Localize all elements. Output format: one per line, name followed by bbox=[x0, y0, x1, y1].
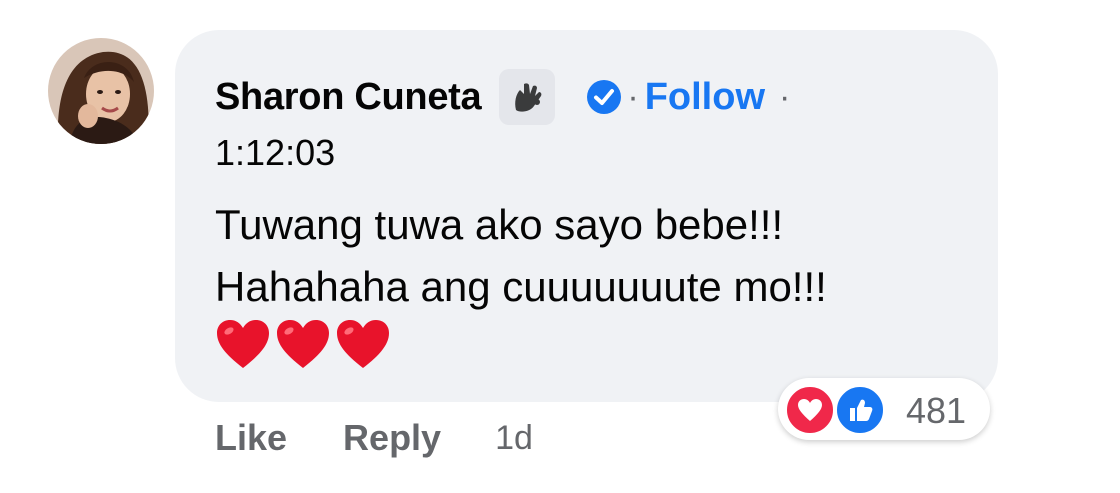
red-heart-icon bbox=[337, 320, 389, 368]
separator-dot: · bbox=[779, 77, 791, 116]
love-reaction-icon bbox=[784, 384, 836, 436]
comment-age-link[interactable]: 1d bbox=[495, 419, 533, 458]
comment-header: Sharon Cuneta · Follow · bbox=[215, 68, 790, 126]
emoji-row bbox=[215, 318, 391, 370]
separator-dot: · bbox=[627, 77, 639, 116]
comment-timestamp-link[interactable]: 1:12:03 bbox=[215, 132, 335, 174]
like-reaction-icon bbox=[834, 384, 886, 436]
comment-text-line: Tuwang tuwa ako sayo bebe!!! bbox=[215, 201, 784, 248]
comment-actions: Like Reply 1d bbox=[215, 410, 533, 466]
reaction-count: 481 bbox=[906, 390, 967, 431]
author-name[interactable]: Sharon Cuneta bbox=[215, 76, 482, 119]
comment-text: Tuwang tuwa ako sayo bebe!!! Hahahaha an… bbox=[215, 194, 827, 318]
red-heart-icon bbox=[217, 320, 269, 368]
avatar[interactable] bbox=[48, 38, 154, 144]
follow-link[interactable]: Follow bbox=[645, 76, 765, 119]
avatar-photo bbox=[48, 38, 154, 144]
fan-badge-icon[interactable] bbox=[499, 69, 556, 125]
reaction-summary[interactable]: 481 bbox=[778, 378, 990, 440]
comment-text-line: Hahahaha ang cuuuuuuute mo!!! bbox=[215, 263, 827, 310]
red-heart-icon bbox=[277, 320, 329, 368]
reply-button[interactable]: Reply bbox=[343, 417, 441, 459]
verified-check-icon bbox=[587, 80, 622, 114]
like-button[interactable]: Like bbox=[215, 417, 287, 459]
